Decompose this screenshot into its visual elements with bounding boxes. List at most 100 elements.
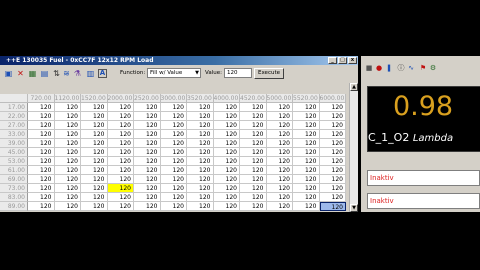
table-cell[interactable]: 120 [213, 184, 240, 193]
table-cell[interactable]: 120 [266, 148, 293, 157]
table-cell[interactable]: 120 [28, 193, 55, 202]
table-cell[interactable]: 120 [293, 148, 320, 157]
table-cell[interactable]: 120 [240, 202, 267, 211]
table-cell[interactable]: 120 [160, 121, 187, 130]
table-cell[interactable]: 120 [134, 193, 161, 202]
table-cell[interactable]: 120 [134, 121, 161, 130]
table-cell[interactable]: 120 [293, 184, 320, 193]
flag-icon[interactable]: ⚑ [419, 64, 427, 72]
table-cell[interactable]: 120 [81, 121, 108, 130]
table-cell[interactable]: 120 [266, 103, 293, 112]
table-cell[interactable]: 120 [54, 103, 81, 112]
save-icon[interactable]: ▣ [4, 69, 13, 78]
table-cell[interactable]: 120 [107, 112, 134, 121]
table-cell[interactable]: 120 [240, 112, 267, 121]
table-cell[interactable]: 120 [160, 184, 187, 193]
table-cell[interactable]: 120 [293, 193, 320, 202]
table-cell[interactable]: 120 [319, 112, 346, 121]
minimize-button[interactable]: _ [328, 57, 337, 64]
table-cell[interactable]: 120 [240, 103, 267, 112]
table-cell[interactable]: 120 [319, 103, 346, 112]
table-cell[interactable]: 120 [240, 193, 267, 202]
table-cell[interactable]: 120 [319, 130, 346, 139]
table-cell[interactable]: 120 [134, 112, 161, 121]
table-cell[interactable]: 120 [107, 103, 134, 112]
table-cell[interactable]: 120 [266, 112, 293, 121]
table-cell[interactable]: 120 [28, 148, 55, 157]
table-cell[interactable]: 120 [319, 157, 346, 166]
table-cell[interactable]: 120 [28, 166, 55, 175]
table-cell[interactable]: 120 [160, 130, 187, 139]
table-cell[interactable]: 120 [266, 166, 293, 175]
window-titlebar[interactable]: ++E 130035 Fuel - 0xCC7F 12x12 RPM Load … [0, 56, 358, 65]
table-cell[interactable]: 120 [266, 175, 293, 184]
table-cell[interactable]: 120 [187, 148, 214, 157]
table-cell[interactable]: 120 [266, 202, 293, 211]
table-cell[interactable]: 120 [28, 130, 55, 139]
table-cell[interactable]: 120 [240, 130, 267, 139]
table-cell[interactable]: 120 [54, 202, 81, 211]
maximize-button[interactable]: □ [338, 57, 347, 64]
font-icon[interactable]: A [98, 69, 107, 78]
pause-icon[interactable]: ❚ [385, 64, 393, 72]
table-cell[interactable]: 120 [107, 175, 134, 184]
table-cell[interactable]: 120 [240, 148, 267, 157]
sort-icon[interactable]: ⇅ [52, 69, 61, 78]
close-button[interactable]: x [348, 57, 357, 64]
table-cell[interactable]: 120 [54, 166, 81, 175]
table-cell[interactable]: 120 [293, 202, 320, 211]
stop-icon[interactable]: ■ [365, 64, 373, 72]
table-cell[interactable]: 120 [81, 139, 108, 148]
table-cell[interactable]: 120 [293, 112, 320, 121]
table-cell[interactable]: 120 [293, 157, 320, 166]
table-cell[interactable]: 120 [54, 112, 81, 121]
table-cell[interactable]: 120 [107, 157, 134, 166]
chart-icon[interactable]: ≋ [62, 69, 71, 78]
info-icon[interactable]: ⓘ [397, 64, 405, 72]
table-cell[interactable]: 120 [54, 193, 81, 202]
table-cell[interactable]: 120 [293, 139, 320, 148]
table-cell[interactable]: 120 [54, 157, 81, 166]
table-cell[interactable]: 120 [319, 166, 346, 175]
value-input[interactable]: 120 [224, 68, 252, 78]
delete-icon[interactable]: ✕ [16, 69, 25, 78]
settings-icon[interactable]: ⚙ [429, 64, 437, 72]
table-cell[interactable]: 120 [319, 202, 346, 211]
table-cell[interactable]: 120 [293, 130, 320, 139]
table-cell[interactable]: 120 [213, 112, 240, 121]
table-cell[interactable]: 120 [266, 130, 293, 139]
table-cell[interactable]: 120 [134, 166, 161, 175]
table-cell[interactable]: 120 [266, 121, 293, 130]
table-cell[interactable]: 120 [187, 175, 214, 184]
table-cell[interactable]: 120 [54, 184, 81, 193]
table-cell[interactable]: 120 [107, 166, 134, 175]
table-cell[interactable]: 120 [134, 139, 161, 148]
table-cell[interactable]: 120 [187, 121, 214, 130]
table-cell[interactable]: 120 [160, 157, 187, 166]
table-cell[interactable]: 120 [319, 193, 346, 202]
table-cell[interactable]: 120 [54, 121, 81, 130]
table-cell[interactable]: 120 [81, 112, 108, 121]
table-cell[interactable]: 120 [319, 184, 346, 193]
table-cell[interactable]: 120 [266, 184, 293, 193]
table-cell[interactable]: 120 [107, 121, 134, 130]
table-cell[interactable]: 120 [160, 202, 187, 211]
table-cell[interactable]: 120 [240, 139, 267, 148]
scroll-down-icon[interactable]: ▼ [350, 204, 358, 212]
table-cell[interactable]: 120 [160, 166, 187, 175]
table-cell[interactable]: 120 [319, 175, 346, 184]
table-cell[interactable]: 120 [187, 184, 214, 193]
vertical-scrollbar[interactable]: ▲ ▼ [349, 83, 358, 212]
table-cell[interactable]: 120 [81, 193, 108, 202]
table-cell[interactable]: 120 [81, 175, 108, 184]
table-cell[interactable]: 120 [81, 184, 108, 193]
table-cell[interactable]: 120 [54, 130, 81, 139]
table-cell[interactable]: 120 [160, 139, 187, 148]
table-cell[interactable]: 120 [187, 166, 214, 175]
table-cell[interactable]: 120 [187, 139, 214, 148]
table-cell[interactable]: 120 [160, 175, 187, 184]
table-cell[interactable]: 120 [213, 193, 240, 202]
grid-icon[interactable]: ▦ [28, 69, 37, 78]
table-cell[interactable]: 120 [81, 103, 108, 112]
table-cell[interactable]: 120 [134, 103, 161, 112]
